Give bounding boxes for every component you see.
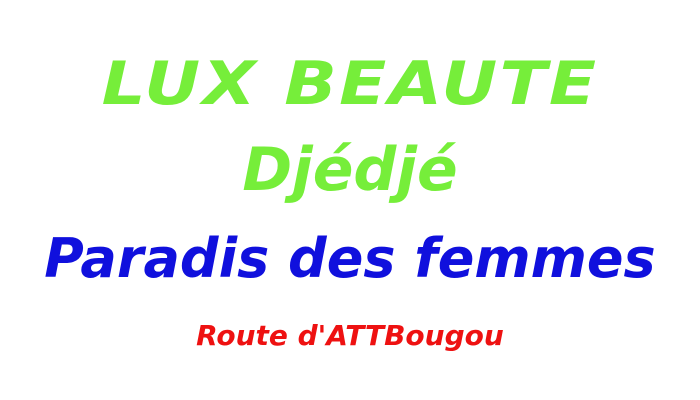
- brand-title: LUX BEAUTE: [101, 49, 599, 119]
- address: Route d'ATTBougou: [196, 319, 504, 352]
- tagline: Paradis des femmes: [44, 227, 656, 290]
- brand-subtitle: Djédjé: [242, 135, 458, 205]
